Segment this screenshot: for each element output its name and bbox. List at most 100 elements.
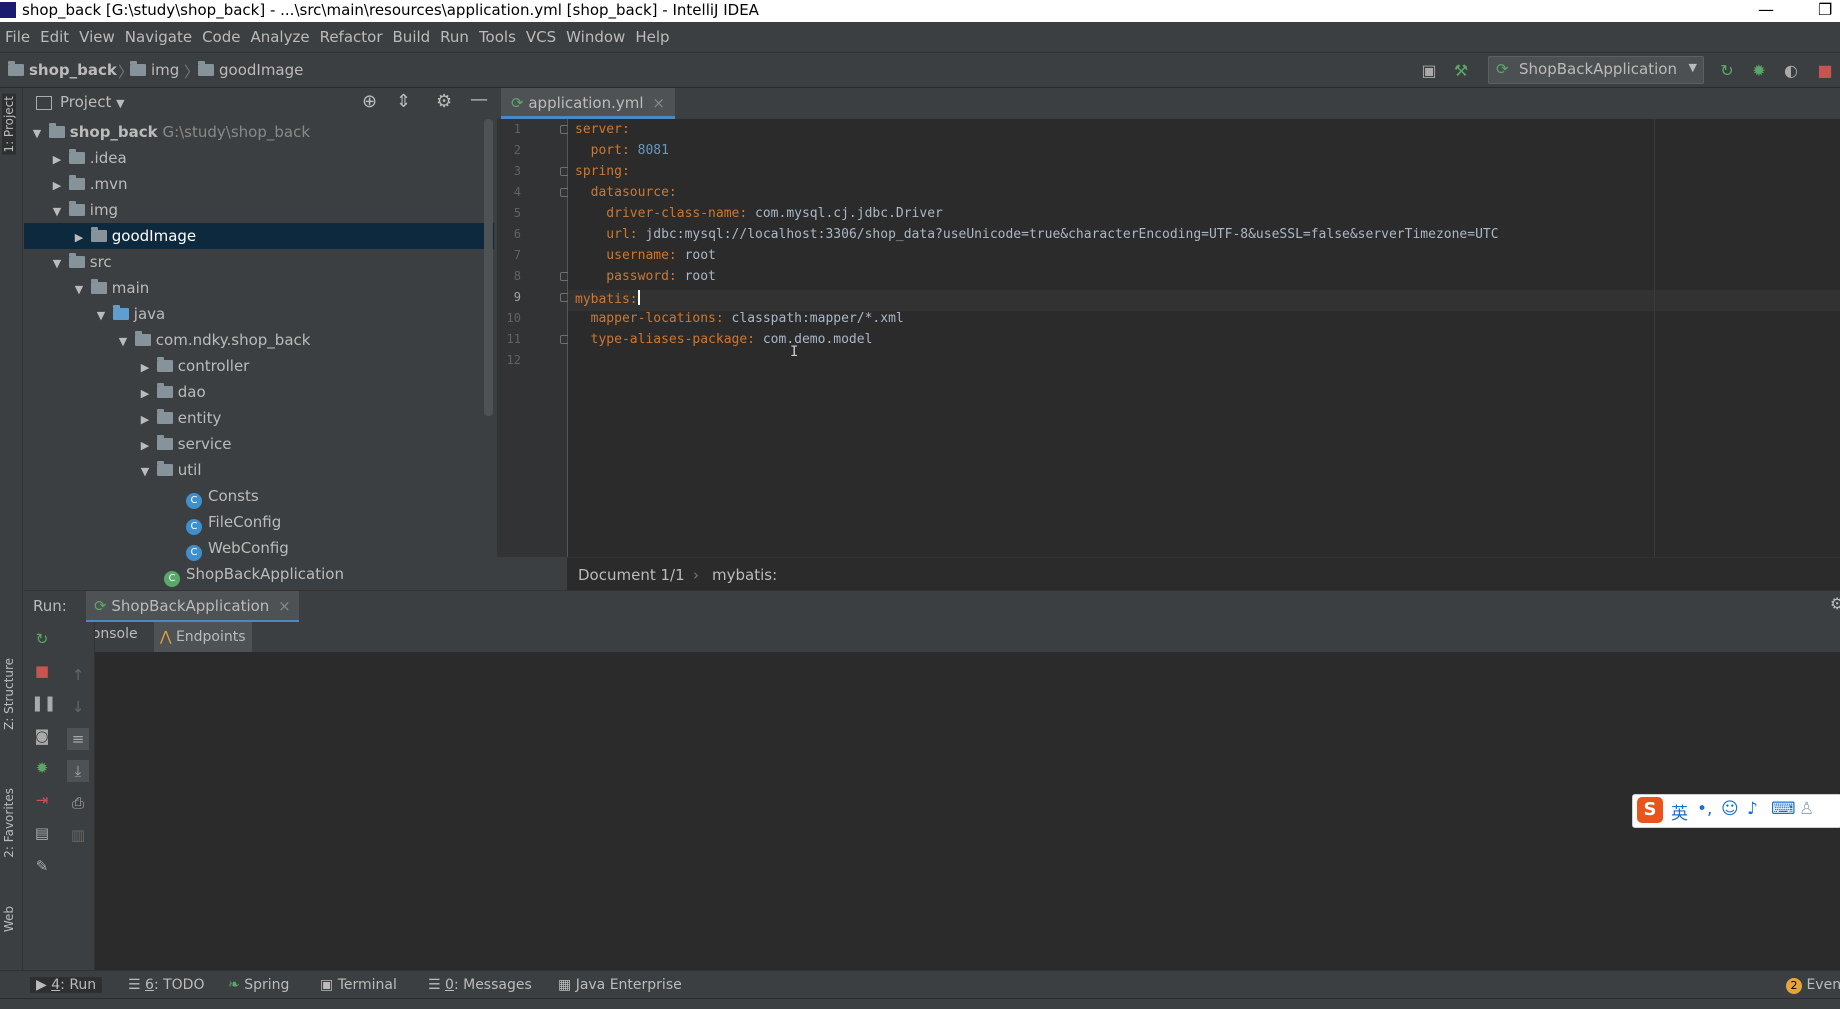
close-tab-icon[interactable]: × <box>278 597 291 615</box>
menu-view[interactable]: View <box>74 22 120 46</box>
rerun-icon[interactable]: ↻ <box>31 628 53 650</box>
web-tool-tab[interactable]: Web <box>2 906 16 932</box>
menu-analyze[interactable]: Analyze <box>245 22 314 46</box>
console-output[interactable] <box>95 653 1840 970</box>
tree-node-consts[interactable]: C Consts <box>24 483 494 509</box>
tool-tab-run[interactable]: ▶ 4: Run <box>30 977 103 993</box>
project-tool-tab[interactable]: 1: Project <box>2 94 16 155</box>
structure-tool-tab[interactable]: Z: Structure <box>2 658 16 730</box>
close-tab-icon[interactable]: × <box>652 94 665 112</box>
yaml-path-crumb[interactable]: mybatis: <box>712 566 777 584</box>
code-line: datasource: <box>575 185 677 200</box>
trash-icon[interactable]: ▥ <box>67 824 89 846</box>
tab-endpoints[interactable]: ⋀ Endpoints <box>154 622 252 652</box>
tree-node-shop_back[interactable]: ▼ shop_back G:\study\shop_back <box>24 119 494 145</box>
tree-node-dao[interactable]: ▶ dao <box>24 379 494 405</box>
run-tab-shopbackapplication[interactable]: ⟳ ShopBackApplication × <box>86 591 299 622</box>
tree-node-main[interactable]: ▼ main <box>24 275 494 301</box>
tree-node-service[interactable]: ▶ service <box>24 431 494 457</box>
layout-icon[interactable]: ▤ <box>31 822 53 844</box>
menu-file[interactable]: File <box>0 22 35 46</box>
pause-icon[interactable]: ❚❚ <box>31 692 56 714</box>
soft-wrap-icon[interactable]: ≡ <box>67 728 89 750</box>
run-window-label: Run: <box>33 597 67 615</box>
document-indicator[interactable]: Document 1/1 <box>578 566 685 584</box>
tree-node-entity[interactable]: ▶ entity <box>24 405 494 431</box>
menu-window[interactable]: Window <box>561 22 630 46</box>
tree-node-package[interactable]: ▼ com.ndky.shop_back <box>24 327 494 353</box>
coverage-icon[interactable]: ◐ <box>1780 60 1802 82</box>
collapsed-arrow-icon: ▶ <box>140 387 150 400</box>
tree-node-goodimage[interactable]: ▶ goodImage <box>24 223 494 249</box>
exit-icon[interactable]: ⇥ <box>31 789 53 811</box>
run-triangle-icon: ▶ <box>36 977 47 993</box>
tree-node-fileconfig[interactable]: C FileConfig <box>24 509 494 535</box>
scroll-to-end-icon[interactable]: ⤓ <box>67 760 89 782</box>
menu-code[interactable]: Code <box>197 22 245 46</box>
menu-refactor[interactable]: Refactor <box>315 22 388 46</box>
project-view-select[interactable]: Project ▼ <box>60 93 125 111</box>
camera-icon[interactable]: ◙ <box>31 725 53 747</box>
tree-node-img[interactable]: ▼ img <box>24 197 494 223</box>
expanded-arrow-icon: ▼ <box>74 283 84 296</box>
tree-node-idea[interactable]: ▶ .idea <box>24 145 494 171</box>
gear-icon[interactable]: ⚙ <box>1830 594 1840 613</box>
print-icon[interactable]: ⎙ <box>67 792 89 814</box>
menu-edit[interactable]: Edit <box>35 22 74 46</box>
run-configuration-select[interactable]: ⟳ ShopBackApplication ▼ <box>1488 56 1704 84</box>
tree-node-mvn[interactable]: ▶ .mvn <box>24 171 494 197</box>
up-arrow-icon[interactable]: ↑ <box>67 664 89 686</box>
menu-run[interactable]: Run <box>435 22 474 46</box>
restore-button[interactable]: ❐ <box>1818 0 1832 19</box>
project-tree-scrollbar[interactable] <box>484 119 493 416</box>
locate-target-icon[interactable]: ⊕ <box>362 91 377 112</box>
breadcrumb-img[interactable]: img <box>130 61 179 79</box>
down-arrow-icon[interactable]: ↓ <box>67 696 89 718</box>
menu-help[interactable]: Help <box>630 22 674 46</box>
stop-icon[interactable]: ■ <box>31 660 53 682</box>
tree-node-util[interactable]: ▼ util <box>24 457 494 483</box>
punctuation-icon[interactable]: •, <box>1697 799 1712 819</box>
ime-toolbar[interactable]: S 英 •, ☺ ♪ ⌨ ♙ <box>1632 794 1840 828</box>
debug-icon[interactable]: ✹ <box>1748 60 1770 82</box>
tree-node-java[interactable]: ▼ java <box>24 301 494 327</box>
breadcrumb-goodimage[interactable]: goodImage <box>198 61 303 79</box>
user-icon[interactable]: ♙ <box>1799 799 1814 819</box>
breadcrumb-project[interactable]: shop_back <box>8 61 117 79</box>
tab-application-yml[interactable]: ⟳ application.yml × <box>501 88 675 119</box>
menu-navigate[interactable]: Navigate <box>120 22 197 46</box>
debug-icon[interactable]: ✹ <box>31 757 53 779</box>
favorites-tool-tab[interactable]: 2: Favorites <box>2 788 16 858</box>
tree-node-shopbackapplication[interactable]: C ShopBackApplication <box>24 561 494 587</box>
tool-tab-java-enterprise[interactable]: ▦ Java Enterprise <box>558 977 682 993</box>
build-hammer-icon[interactable]: ⚒ <box>1450 60 1472 82</box>
hide-panel-icon[interactable]: — <box>470 89 488 110</box>
tool-tab-todo[interactable]: ☰ 6: TODO <box>128 977 204 993</box>
gear-icon[interactable]: ⚙ <box>436 91 452 112</box>
tree-node-webconfig[interactable]: C WebConfig <box>24 535 494 561</box>
project-structure-icon[interactable]: ▣ <box>1418 60 1440 82</box>
event-log-tab[interactable]: 2 Even <box>1786 977 1840 994</box>
menu-tools[interactable]: Tools <box>474 22 521 46</box>
keyboard-icon[interactable]: ⌨ <box>1771 799 1796 819</box>
ime-language-toggle[interactable]: 英 <box>1671 799 1688 824</box>
code-editor[interactable]: server: port: 8081 spring: datasource: d… <box>568 119 1840 557</box>
minimize-button[interactable]: — <box>1758 0 1774 19</box>
menu-vcs[interactable]: VCS <box>521 22 561 46</box>
folder-icon <box>68 175 85 190</box>
editor-gutter: 1 2 3 4 5 6 7 8 9 10 11 12 <box>497 119 569 557</box>
line-number: 7 <box>513 248 521 262</box>
microphone-icon[interactable]: ♪ <box>1747 799 1758 819</box>
tool-tab-spring[interactable]: ❧ Spring <box>228 977 289 993</box>
tree-node-src[interactable]: ▼ src <box>24 249 494 275</box>
stop-icon[interactable]: ■ <box>1814 60 1836 82</box>
tool-tab-messages[interactable]: ☰ 0: Messages <box>428 977 532 993</box>
line-number: 5 <box>513 206 521 220</box>
emoji-icon[interactable]: ☺ <box>1721 799 1739 819</box>
collapse-all-icon[interactable]: ⇕ <box>396 91 411 112</box>
rerun-icon[interactable]: ↻ <box>1716 60 1738 82</box>
tree-node-controller[interactable]: ▶ controller <box>24 353 494 379</box>
menu-build[interactable]: Build <box>388 22 436 46</box>
tool-tab-terminal[interactable]: ▣ Terminal <box>320 977 397 993</box>
pin-icon[interactable]: ✎ <box>31 855 53 877</box>
